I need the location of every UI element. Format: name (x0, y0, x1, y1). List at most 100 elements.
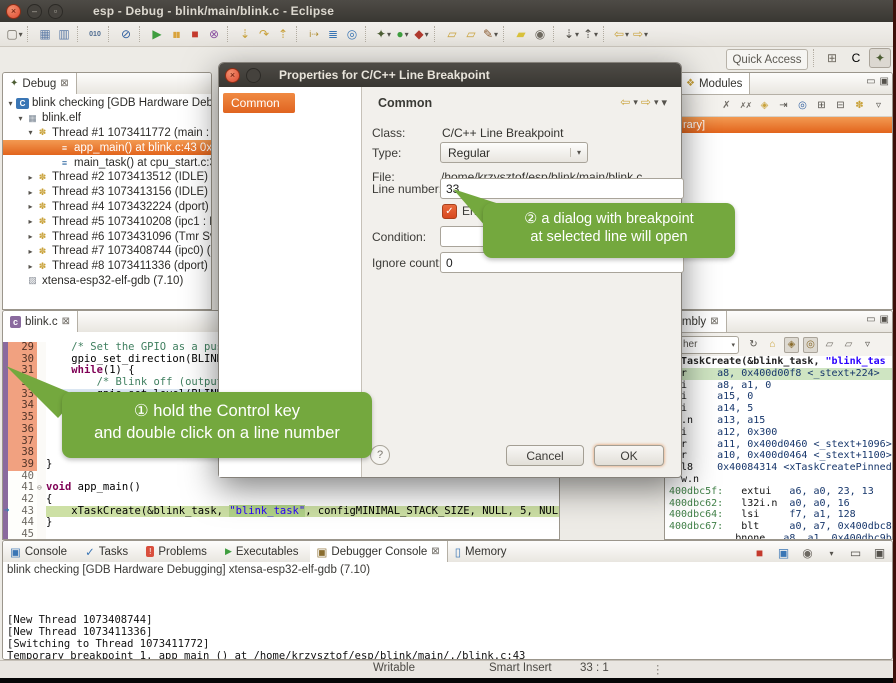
load-symbols-icon[interactable]: ◈ (756, 97, 773, 115)
instruction-stepping-icon[interactable]: i⇢ (306, 25, 323, 43)
fold-marker-icon[interactable] (37, 517, 46, 529)
console-menu-icon[interactable]: ▾ (823, 544, 840, 562)
quick-access-button[interactable]: Quick Access (726, 49, 808, 70)
type-select[interactable]: Regular ▾ (440, 142, 588, 163)
disconnect-icon[interactable]: ⊗ (206, 25, 223, 43)
line-number[interactable]: 45 (8, 529, 37, 540)
line-number[interactable]: 29 (8, 342, 37, 354)
debug-tree-row[interactable]: ▸ ✽ Thread #5 1073410208 (ipc1 : Runni (3, 214, 211, 229)
resume-icon[interactable]: ▶ (149, 25, 166, 43)
save-icon[interactable]: ▦ (37, 25, 54, 43)
modules-selected-row[interactable]: rary] (665, 117, 892, 133)
tree-expander-icon[interactable]: ▸ (25, 217, 36, 226)
display-selected-console-icon[interactable]: ▣ (775, 544, 792, 562)
show-source-icon[interactable]: ◎ (803, 337, 818, 353)
window-close-button[interactable]: × (6, 4, 21, 19)
debug-tree-row[interactable]: ▾ ✽ Thread #1 1073411772 (main : Runn (3, 126, 211, 141)
statusbar-grip[interactable]: ⋮ (652, 662, 664, 676)
clear-pointer-icon[interactable]: ◎ (794, 97, 811, 115)
code-line[interactable]: 41 ⊖ void app_main() (3, 482, 559, 494)
forward-icon[interactable]: ⇨ (641, 95, 651, 109)
disassembly-body[interactable]: TaskCreate(&blink_task, "blink_tas r a8,… (665, 356, 892, 539)
open-perspective-icon[interactable]: ⊞ (821, 48, 843, 68)
terminate-icon[interactable]: ■ (187, 25, 204, 43)
debug-tree-row[interactable]: ≡ main_task() at cpu_start.c:339 0x4 (3, 155, 211, 170)
view-menu-icon[interactable]: ▿ (870, 97, 887, 115)
cancel-button[interactable]: Cancel (506, 445, 584, 466)
line-number[interactable]: 36 (8, 424, 37, 436)
close-icon[interactable]: ⊠ (431, 546, 439, 557)
tree-expander-icon[interactable]: ▸ (25, 247, 36, 256)
forward-icon[interactable]: ⇨▾ (632, 25, 649, 43)
debug-tree-row[interactable]: ▾ ▦ blink.elf (3, 111, 211, 126)
debug-perspective-icon[interactable]: ✦ (869, 48, 891, 68)
debug-dropdown-icon[interactable]: ✦▾ (375, 25, 392, 43)
prev-annotation-icon[interactable]: ⇡▾ (582, 25, 599, 43)
fold-marker-icon[interactable] (37, 494, 46, 506)
close-icon[interactable]: ⊠ (710, 316, 718, 327)
fold-marker-icon[interactable] (37, 459, 46, 471)
next-annotation-icon[interactable]: ⇣▾ (563, 25, 580, 43)
tree-expander-icon[interactable]: ▸ (25, 188, 36, 197)
flash-icon[interactable]: ✎▾ (482, 25, 499, 43)
save-all-icon[interactable]: ▥ (56, 25, 73, 43)
tree-expander-icon[interactable]: ▸ (25, 232, 36, 241)
back-icon[interactable]: ⇦ (620, 95, 630, 109)
track-expression-icon[interactable]: ◈ (784, 337, 799, 353)
debug-tree-row[interactable]: ▨ xtensa-esp32-elf-gdb (7.10) (3, 274, 211, 289)
tree-expander-icon[interactable]: ▸ (25, 262, 36, 271)
minimize-icon[interactable]: ▭ (847, 544, 864, 562)
maximize-icon[interactable]: ▣ (880, 314, 889, 325)
console-tab[interactable]: ! Problems (139, 541, 218, 562)
fold-marker-icon[interactable] (37, 424, 46, 436)
run-dropdown-icon[interactable]: ●▾ (394, 25, 411, 43)
tab-blink-c[interactable]: c blink.c ⊠ (3, 311, 78, 332)
console-tab[interactable]: ▣ Console (3, 541, 78, 562)
suspend-icon[interactable]: ▮▮ (168, 25, 185, 43)
fold-marker-icon[interactable] (37, 506, 46, 518)
expand-all-icon[interactable]: ⊞ (813, 97, 830, 115)
console-tab[interactable]: ✓ Tasks (78, 541, 139, 562)
line-number[interactable]: 42 (8, 494, 37, 506)
home-icon[interactable]: ⌂ (765, 337, 780, 353)
fold-marker-icon[interactable] (37, 447, 46, 459)
chevron-down-icon[interactable]: ▾ (633, 97, 638, 108)
skip-breakpoints-icon[interactable]: ⊘ (118, 25, 135, 43)
debug-tree-row[interactable]: ▸ ✽ Thread #6 1073431096 (Tmr Svc) (S (3, 229, 211, 244)
step-over-icon[interactable]: ↷ (256, 25, 273, 43)
code-line[interactable]: 45 (3, 529, 559, 540)
tree-expander-icon[interactable]: ▸ (25, 173, 36, 182)
show-debug-view-icon[interactable]: ≣ (325, 25, 342, 43)
back-icon[interactable]: ⇦▾ (613, 25, 630, 43)
remove-all-modules-icon[interactable]: ✗✗ (737, 97, 754, 115)
open-new-view-icon[interactable]: ▱ (822, 337, 837, 353)
dialog-close-button[interactable]: × (225, 68, 240, 83)
binary-file-icon[interactable]: 010 (87, 25, 104, 43)
export-icon[interactable]: ▱ (841, 337, 856, 353)
dialog-menu-button[interactable] (246, 68, 261, 83)
help-button[interactable]: ? (370, 445, 390, 465)
debug-tree-row[interactable]: ▸ ✽ Thread #7 1073408744 (ipc0) (Susp (3, 244, 211, 259)
fold-marker-icon[interactable] (37, 529, 46, 540)
debug-tree-row[interactable]: ▸ ✽ Thread #8 1073411336 (dport) (Sus (3, 259, 211, 274)
minimize-icon[interactable]: ▭ (866, 76, 875, 87)
view-menu-icon[interactable]: ▾ (661, 96, 667, 109)
tree-expander-icon[interactable]: ▾ (15, 114, 26, 123)
window-maximize-button[interactable]: ▫ (48, 4, 63, 19)
refresh-icon[interactable]: ↻ (746, 337, 761, 353)
pin-console-icon[interactable]: ◉ (799, 544, 816, 562)
debug-tree-row[interactable]: ▸ ✽ Thread #3 1073413156 (IDLE) (Susp (3, 185, 211, 200)
debug-tree-row[interactable]: ▸ ✽ Thread #4 1073432224 (dport) (Sus (3, 200, 211, 215)
fold-marker-icon[interactable]: ⊖ (37, 482, 46, 494)
collapse-all-icon[interactable]: ⊟ (832, 97, 849, 115)
tab-debug[interactable]: ✦ Debug ⊠ (3, 73, 77, 94)
open-resource-folder-icon[interactable]: ▱ (463, 25, 480, 43)
code-line[interactable]: ➜ 43 xTaskCreate(&blink_task, "blink_tas… (3, 506, 559, 518)
fold-marker-icon[interactable] (37, 436, 46, 448)
debug-tree-row[interactable]: ▸ ✽ Thread #2 1073413512 (IDLE) (Susp (3, 170, 211, 185)
external-tools-icon[interactable]: ◆▾ (413, 25, 430, 43)
minimize-icon[interactable]: ▭ (866, 314, 875, 325)
sidebar-item-common[interactable]: Common (223, 93, 295, 113)
close-icon[interactable]: ⊠ (60, 78, 68, 89)
console-tab[interactable]: ▶ Executables (218, 541, 310, 562)
